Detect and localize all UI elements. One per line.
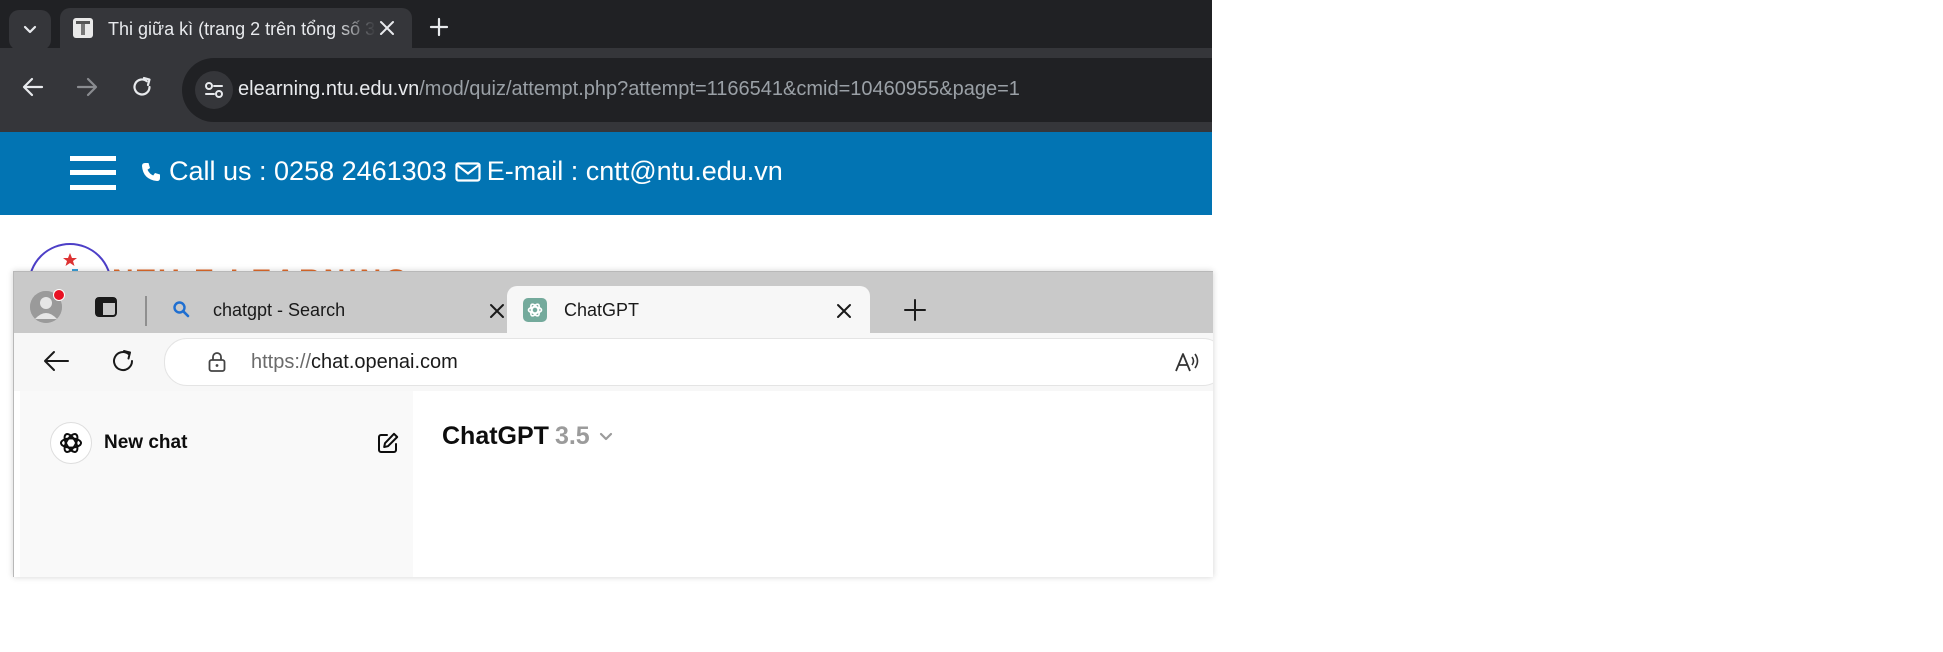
lock-button[interactable] — [207, 351, 227, 373]
new-chat-button[interactable]: New chat — [50, 422, 400, 464]
model-version: 3.5 — [554, 422, 590, 450]
tab-close-button[interactable] — [378, 19, 396, 37]
chrome-address-bar[interactable]: elearning.ntu.edu.vn/mod/quiz/attempt.ph… — [182, 58, 1212, 122]
plus-icon — [429, 17, 449, 37]
tab-close-button[interactable] — [836, 303, 852, 319]
reload-button[interactable] — [110, 348, 136, 374]
profile-button[interactable] — [30, 289, 65, 323]
email-text: E-mail : cntt@ntu.edu.vn — [486, 156, 783, 186]
close-icon — [490, 304, 504, 318]
chevron-down-icon — [599, 432, 612, 440]
back-arrow-icon — [22, 77, 44, 97]
edge-tab-chatgpt[interactable]: ChatGPT — [507, 286, 870, 333]
edge-tab-search[interactable]: chatgpt - Search — [159, 286, 507, 333]
tune-icon — [205, 82, 223, 98]
phone-icon — [142, 162, 160, 181]
chatgpt-main: ChatGPT 3.5 — [413, 391, 1213, 577]
close-icon — [380, 21, 394, 35]
edge-address-bar[interactable]: https://chat.openai.com — [164, 338, 1213, 386]
ntu-contact-info: Call us : 0258 2461303 E-mail : cntt@ntu… — [140, 156, 783, 187]
compose-button[interactable] — [376, 431, 400, 455]
ntu-contact-bar: Call us : 0258 2461303 E-mail : cntt@ntu… — [0, 132, 1212, 215]
url-host: elearning.ntu.edu.vn — [238, 78, 420, 100]
plus-icon — [904, 299, 926, 321]
hamburger-menu-button[interactable] — [70, 156, 116, 190]
edge-window: chatgpt - Search ChatGPT https://chat.op… — [13, 271, 1213, 577]
tab-search-button[interactable] — [9, 10, 51, 50]
new-chat-label: New chat — [104, 432, 188, 453]
hamburger-menu-icon — [70, 156, 116, 190]
edge-toolbar: https://chat.openai.com — [14, 333, 1213, 391]
envelope-icon — [455, 161, 481, 182]
back-button[interactable] — [21, 75, 45, 99]
search-icon — [172, 300, 190, 318]
read-aloud-icon — [1175, 353, 1199, 372]
url-scheme: https:// — [251, 351, 312, 373]
read-aloud-button[interactable] — [1174, 351, 1200, 373]
openai-logo-icon — [50, 422, 92, 464]
tab-close-button[interactable] — [489, 303, 505, 319]
close-icon — [837, 304, 851, 318]
lock-icon — [208, 352, 226, 372]
edge-tab-title: ChatGPT — [564, 300, 640, 320]
new-tab-button[interactable] — [428, 16, 450, 38]
chrome-tab-strip: Thi giữa kì (trang 2 trên tổng số 3) — [0, 0, 1212, 50]
edge-tab-title: chatgpt - Search — [213, 300, 346, 320]
edge-tab-strip: chatgpt - Search ChatGPT — [14, 272, 1213, 333]
chevron-down-icon — [23, 25, 37, 34]
tab-separator — [145, 296, 147, 326]
back-arrow-icon — [44, 351, 69, 371]
url-path: /mod/quiz/attempt.php?attempt=1166541&cm… — [419, 78, 1020, 100]
edge-url-text: https://chat.openai.com — [251, 351, 458, 374]
url-host: chat.openai.com — [311, 351, 458, 373]
reload-icon — [113, 350, 134, 372]
chatgpt-sidebar: New chat — [20, 391, 413, 577]
model-selector[interactable]: ChatGPT 3.5 — [442, 422, 613, 451]
chrome-tab-active[interactable]: Thi giữa kì (trang 2 trên tổng số 3) — [60, 8, 412, 48]
back-button[interactable] — [42, 349, 70, 373]
notification-dot — [53, 289, 65, 301]
reload-button[interactable] — [130, 75, 154, 99]
model-name: ChatGPT — [442, 422, 549, 450]
chrome-tab-title: Thi giữa kì (trang 2 trên tổng số 3) — [108, 19, 376, 39]
forward-button[interactable] — [75, 75, 99, 99]
reload-icon — [133, 76, 151, 96]
tab-actions-button[interactable] — [94, 296, 118, 318]
tab-favicon-icon — [73, 18, 93, 38]
site-info-button[interactable] — [195, 71, 233, 109]
new-tab-button[interactable] — [903, 298, 927, 322]
chrome-toolbar: elearning.ntu.edu.vn/mod/quiz/attempt.ph… — [0, 48, 1212, 132]
tab-actions-icon — [95, 297, 117, 317]
openai-logo-icon — [523, 298, 547, 322]
edit-icon — [378, 432, 399, 453]
call-us-text: Call us : 0258 2461303 — [169, 156, 447, 186]
forward-arrow-icon — [76, 77, 98, 97]
chrome-url-text: elearning.ntu.edu.vn/mod/quiz/attempt.ph… — [238, 78, 1020, 101]
